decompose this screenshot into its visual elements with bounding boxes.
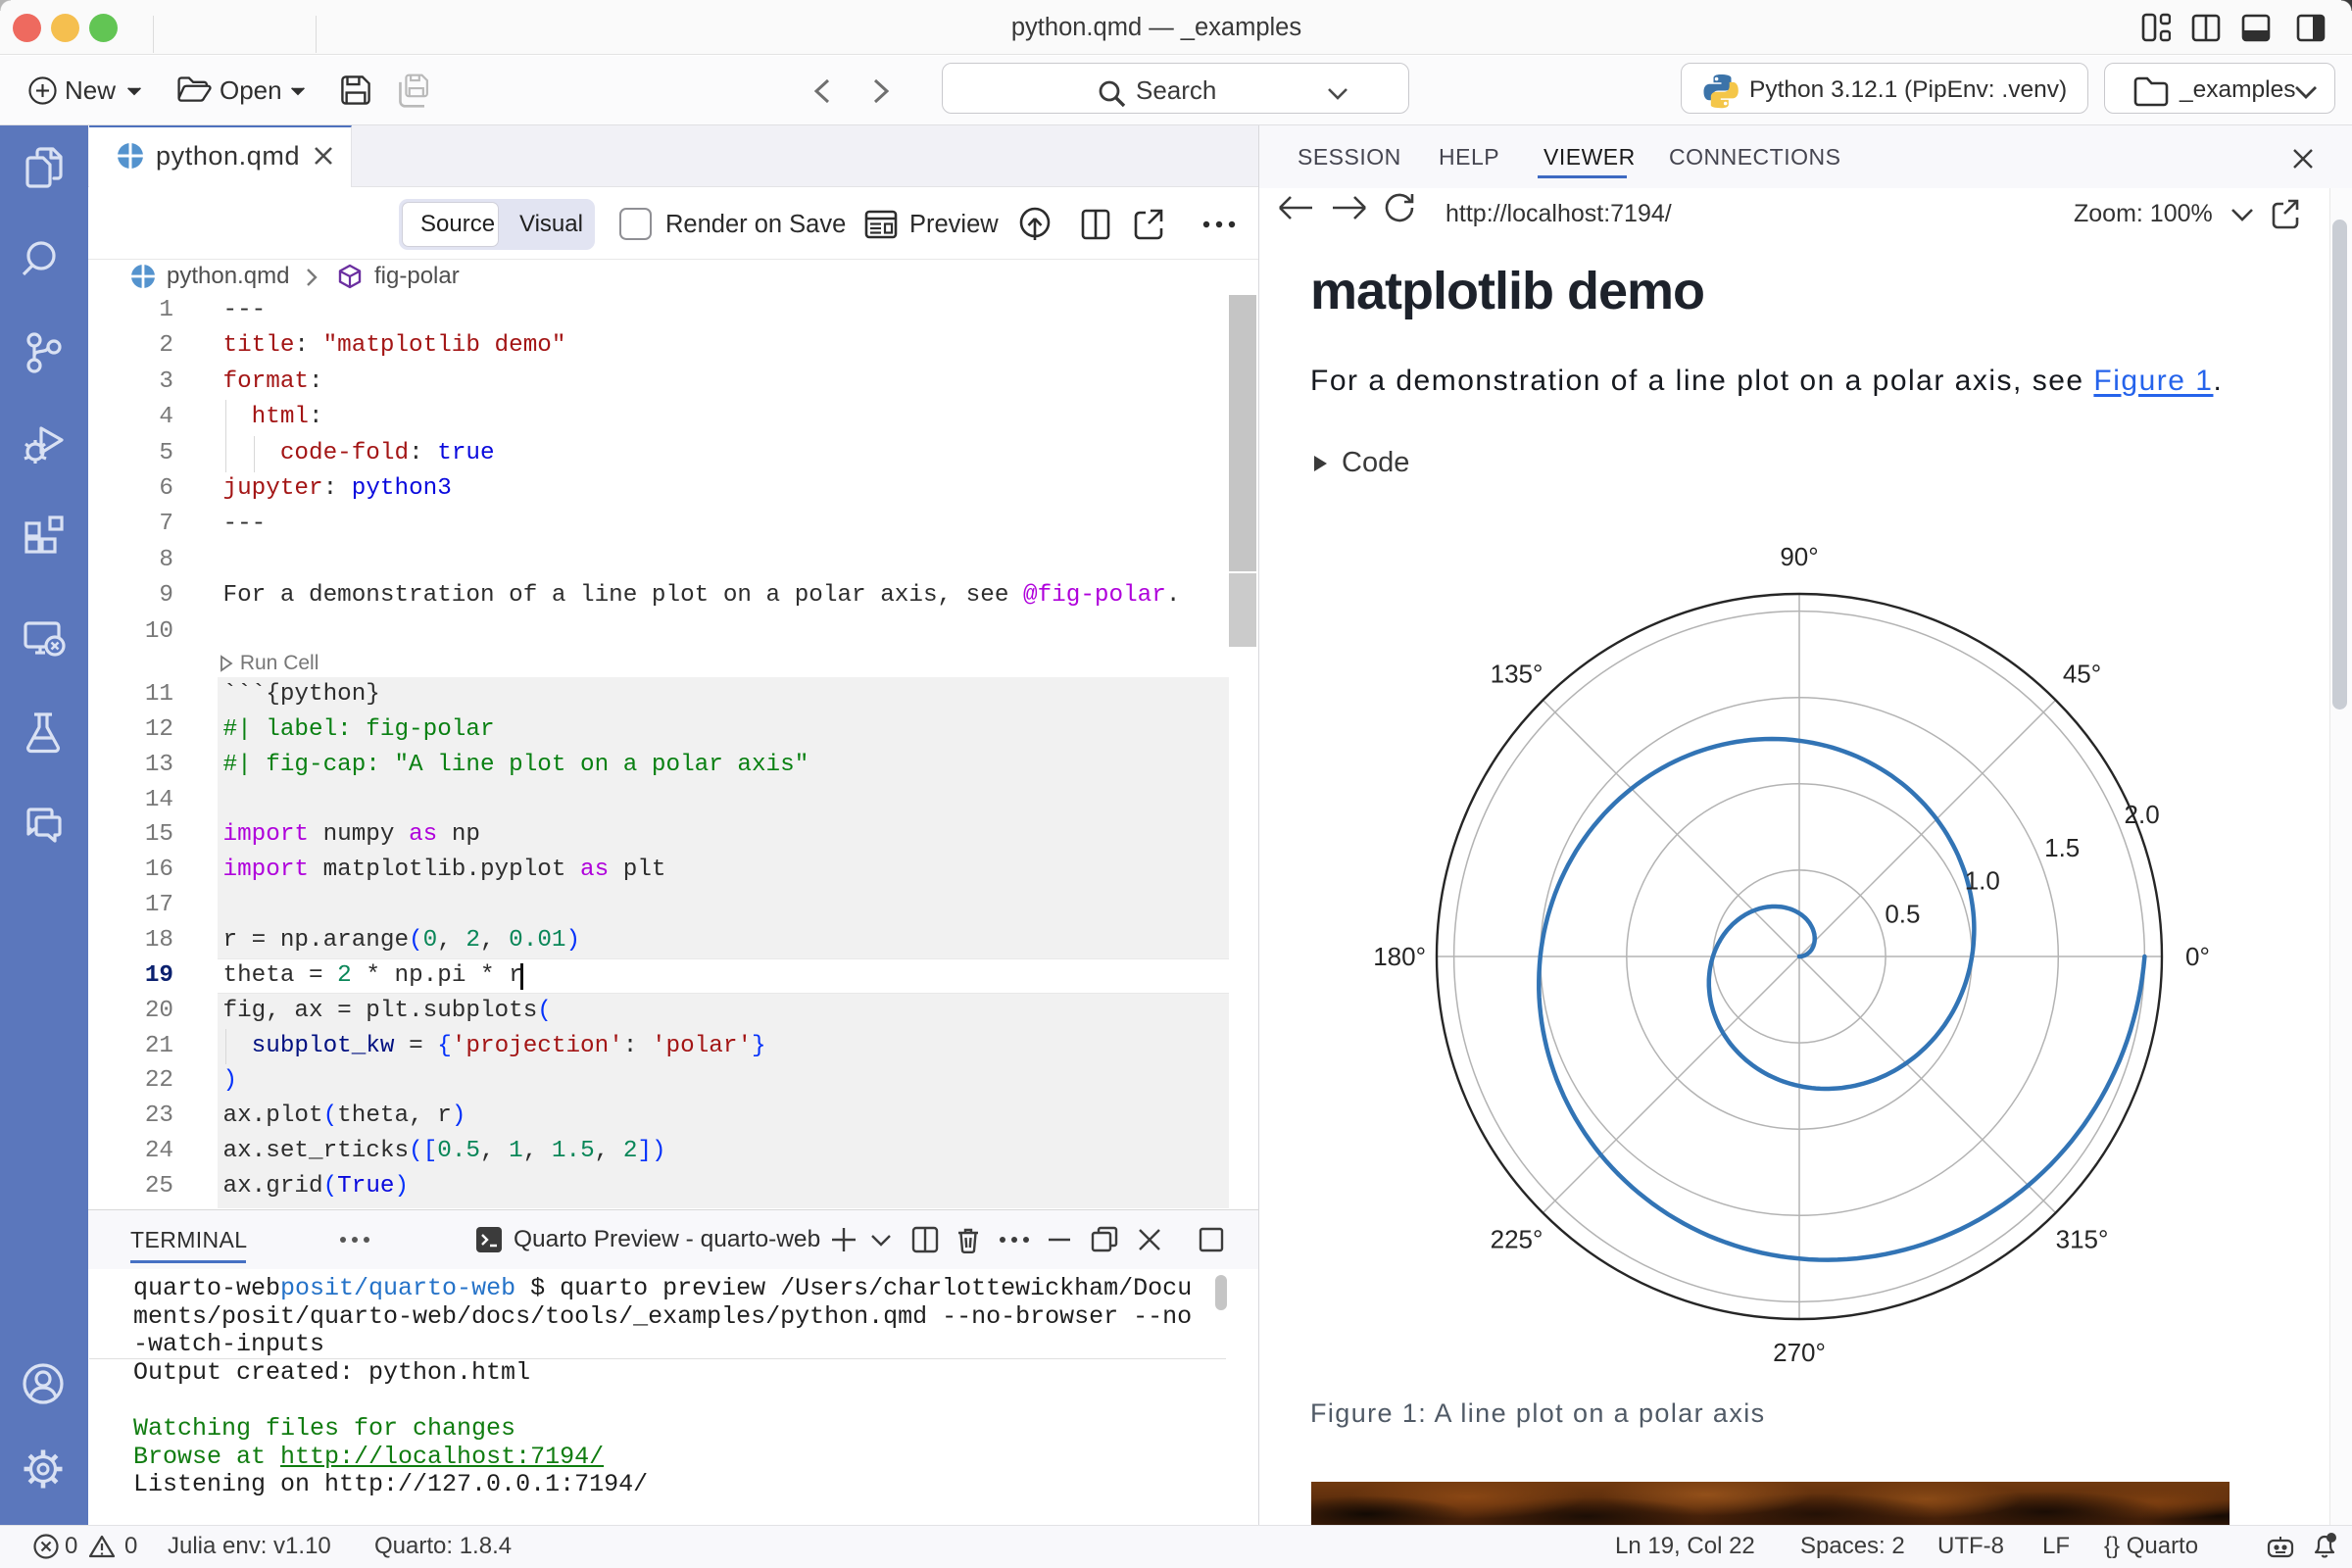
svg-text:0°: 0° (2185, 942, 2210, 971)
svg-text:2.0: 2.0 (2125, 800, 2160, 829)
svg-text:0.5: 0.5 (1885, 899, 1920, 928)
svg-text:135°: 135° (1491, 660, 1544, 689)
svg-text:45°: 45° (2063, 660, 2101, 689)
svg-text:225°: 225° (1491, 1225, 1544, 1254)
svg-text:270°: 270° (1773, 1338, 1826, 1367)
svg-text:1.0: 1.0 (1965, 866, 2000, 896)
svg-text:1.5: 1.5 (2044, 833, 2080, 862)
svg-text:180°: 180° (1373, 942, 1426, 971)
svg-text:315°: 315° (2056, 1225, 2109, 1254)
svg-text:90°: 90° (1780, 542, 1818, 571)
